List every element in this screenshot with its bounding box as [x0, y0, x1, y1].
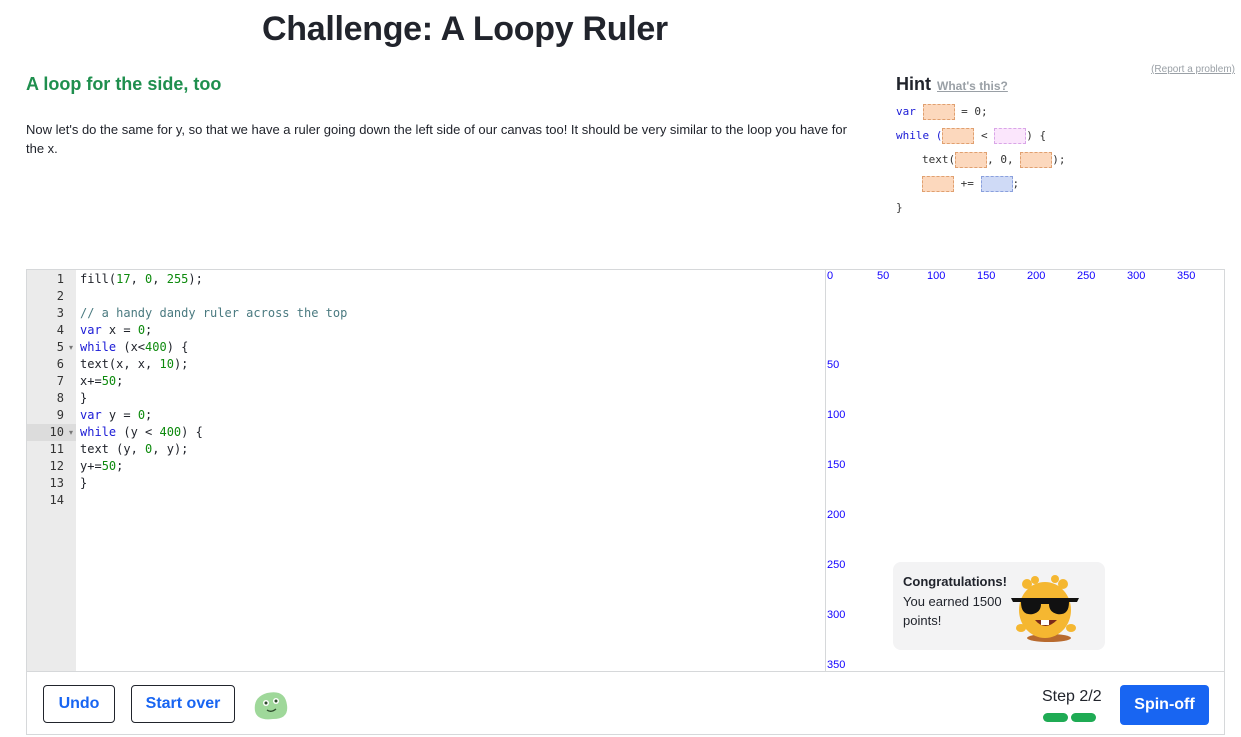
- code-line[interactable]: x+=50;: [80, 373, 123, 390]
- hint-line-text: text(, 0, );: [922, 152, 1066, 168]
- code-line[interactable]: while (x<400) {: [80, 339, 188, 356]
- code-line[interactable]: while (y < 400) {: [80, 424, 203, 441]
- code-line[interactable]: }: [80, 390, 87, 407]
- line-gutter: 1 2 3 4 5 ▾ 6 7 8 9 10 ▾ 11 12 13 14: [27, 270, 76, 671]
- line-number: 3: [56, 306, 64, 320]
- code-line[interactable]: // a handy dandy ruler across the top: [80, 305, 347, 322]
- ruler-y-tick: 100: [827, 409, 846, 421]
- code-line[interactable]: }: [80, 475, 87, 492]
- step-indicator: Step 2/2: [1042, 688, 1102, 705]
- ruler-y-tick: 150: [827, 459, 846, 471]
- line-number: 8: [56, 391, 64, 405]
- hint-line-var: var = 0;: [896, 104, 988, 120]
- hint-blank: [942, 128, 975, 144]
- code-line[interactable]: text(x, x, 10);: [80, 356, 188, 373]
- fold-toggle-icon[interactable]: ▾: [69, 424, 73, 441]
- hint-header: Hint What's this?: [896, 74, 1008, 95]
- ruler-x-tick: 0: [827, 270, 834, 282]
- hint-line-close: }: [896, 201, 903, 214]
- progress-segment: [1071, 713, 1096, 722]
- line-number: 9: [56, 408, 64, 422]
- line-number: 1: [56, 272, 64, 286]
- code-editor[interactable]: 1 2 3 4 5 ▾ 6 7 8 9 10 ▾ 11 12 13 14 fill(17, 0, 255); /…: [27, 270, 825, 671]
- ruler-x-tick: 300: [1127, 270, 1146, 282]
- line-number: 4: [56, 323, 64, 337]
- hint-blank: [955, 152, 988, 168]
- code-line[interactable]: y+=50;: [80, 458, 123, 475]
- report-problem-link[interactable]: (Report a problem): [1151, 64, 1235, 75]
- ruler-x-tick: 150: [977, 270, 996, 282]
- congratulations-toast: Congratulations! You earned 1500 points!: [893, 562, 1105, 650]
- whats-this-link[interactable]: What's this?: [937, 79, 1008, 93]
- bottom-toolbar: Undo Start over Step 2/2 Spin-off: [27, 671, 1224, 735]
- ruler-x-tick: 250: [1077, 270, 1096, 282]
- ruler-x-tick: 200: [1027, 270, 1046, 282]
- ruler-x-tick: 100: [927, 270, 946, 282]
- toast-title: Congratulations!: [903, 574, 1007, 589]
- undo-button[interactable]: Undo: [43, 685, 115, 723]
- page-title: Challenge: A Loopy Ruler: [262, 10, 668, 48]
- line-number: 2: [56, 289, 64, 303]
- green-blob-avatar-icon[interactable]: [251, 689, 289, 721]
- ruler-y-tick: 350: [827, 659, 846, 671]
- line-number: 13: [49, 476, 64, 490]
- hint-blank: [922, 104, 955, 120]
- ruler-x-tick: 50: [877, 270, 890, 282]
- code-line[interactable]: fill(17, 0, 255);: [80, 271, 203, 288]
- hint-blank: [994, 128, 1027, 144]
- ruler-x-tick: 350: [1177, 270, 1196, 282]
- code-line[interactable]: text (y, 0, y);: [80, 441, 188, 458]
- ruler-y-tick: 300: [827, 609, 846, 621]
- toast-message: You earned 1500 points!: [903, 594, 1002, 628]
- ruler-y-tick: 250: [827, 559, 846, 571]
- line-number: 5: [56, 340, 64, 354]
- step-title: A loop for the side, too: [26, 74, 222, 94]
- line-number: 7: [56, 374, 64, 388]
- ruler-y-tick: 200: [827, 509, 846, 521]
- hint-line-while: while ( < ) {: [896, 128, 1047, 144]
- line-number: 11: [49, 442, 64, 456]
- line-number: 14: [49, 493, 64, 507]
- hint-blank: [1020, 152, 1053, 168]
- sunglasses-monster-icon: [1011, 575, 1079, 642]
- hint-blank: [922, 176, 954, 192]
- code-line[interactable]: var x = 0;: [80, 322, 152, 339]
- spin-off-button[interactable]: Spin-off: [1120, 685, 1209, 725]
- hint-blank: [980, 176, 1013, 192]
- hint-line-increment: += ;: [922, 176, 1019, 192]
- instructions-text: Now let's do the same for y, so that we …: [26, 122, 847, 156]
- code-line[interactable]: var y = 0;: [80, 407, 152, 424]
- ruler-y-tick: 50: [827, 359, 840, 371]
- fold-toggle-icon[interactable]: ▾: [69, 339, 73, 356]
- line-number: 12: [49, 459, 64, 473]
- hint-title: Hint: [896, 74, 931, 94]
- line-number: 6: [56, 357, 64, 371]
- step-progress-bar: [1043, 713, 1096, 722]
- scratchpad-workspace: 1 2 3 4 5 ▾ 6 7 8 9 10 ▾ 11 12 13 14 fill(17, 0, 255); /…: [26, 269, 1225, 735]
- progress-segment: [1043, 713, 1068, 722]
- start-over-button[interactable]: Start over: [131, 685, 235, 723]
